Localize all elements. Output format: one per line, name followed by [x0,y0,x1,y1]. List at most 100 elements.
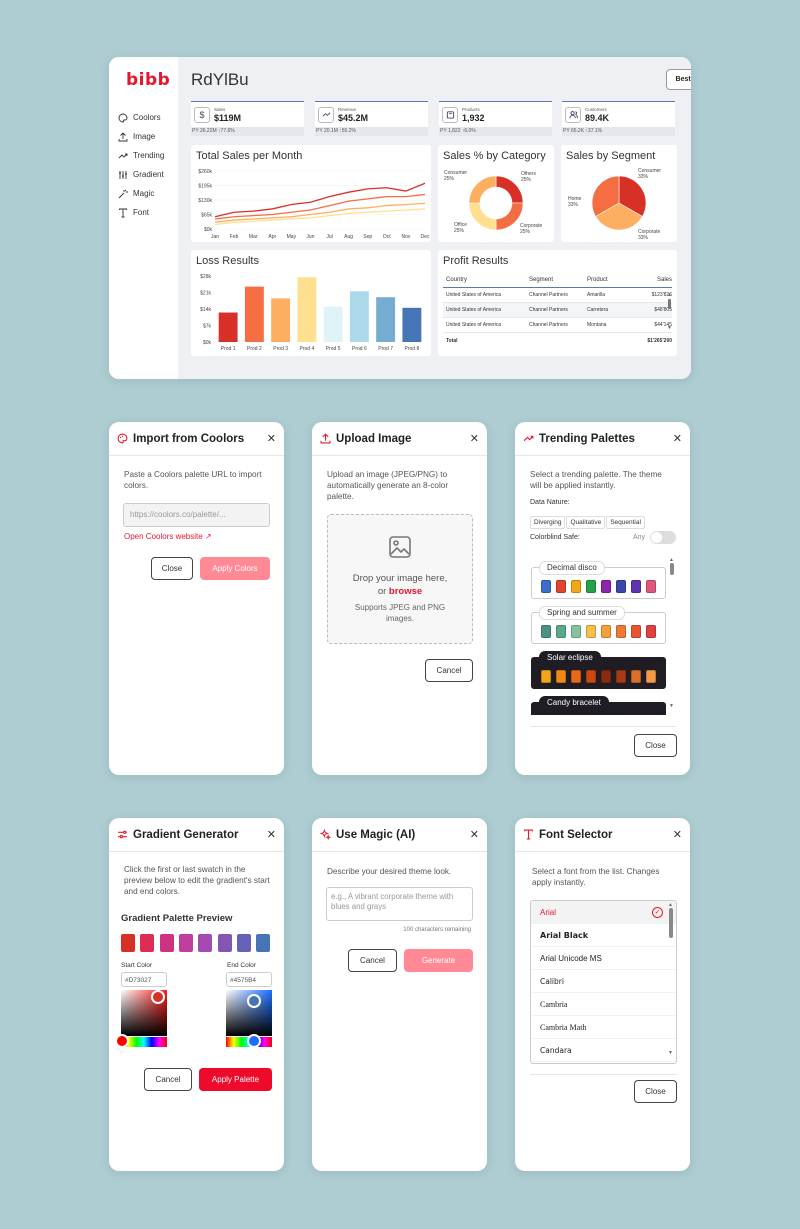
generate-button[interactable]: Generate [404,949,473,972]
close-icon[interactable]: ✕ [267,432,276,445]
close-icon[interactable]: ✕ [673,432,682,445]
close-icon[interactable]: ✕ [470,828,479,841]
color-swatch [586,670,596,683]
sidebar-item-coolors[interactable]: Coolors [109,108,178,127]
close-button[interactable]: Close [151,557,193,580]
color-swatch [541,670,551,683]
dialog-description: Upload an image (JPEG/PNG) to automatica… [327,470,449,501]
import-coolors-dialog: Import from Coolors ✕ Paste a Coolors pa… [109,422,284,775]
sidebar-item-trending[interactable]: Trending [109,146,178,165]
kpi-card-sales: $ Sales $119M [191,101,304,127]
font-option[interactable]: Arial Black [531,924,676,947]
font-option[interactable]: Arial Unicode MS [531,947,676,970]
palette-option[interactable]: Decimal disco [531,561,666,599]
gradient-swatch[interactable] [121,934,135,952]
colorblind-toggle[interactable] [650,531,676,544]
gradient-swatch [236,934,251,952]
magic-icon [118,189,128,198]
font-icon [119,208,127,217]
start-color-label: Start Color [121,962,153,969]
color-swatch [601,625,611,638]
close-icon[interactable]: ✕ [673,828,682,841]
bar [376,297,396,342]
cell: Total [446,337,458,344]
kpi-value: 89.4K [585,112,610,123]
x-tick-label: Jul [326,234,332,240]
kpi-value: 1,932 [462,112,485,123]
palette-option[interactable]: Solar eclipse [531,651,666,689]
open-coolors-link[interactable]: Open Coolors website ↗ [124,532,212,541]
coolors-url-input[interactable]: https://coolors.co/palette/... [123,503,270,527]
table-total-row: Total $1'265'200 [443,333,672,348]
gradient-swatch [217,934,232,952]
column-header[interactable]: Country [443,277,529,283]
end-color-input[interactable]: #4575B4 [226,972,272,987]
bar [402,307,422,342]
kpi-label: Customers [585,106,607,112]
font-option[interactable]: Cambria Math [531,1016,676,1039]
dialog-description: Describe your desired theme look. [327,867,452,876]
sidebar-item-gradient[interactable]: Gradient [109,165,178,184]
sidebar-item-font[interactable]: Font [109,203,178,222]
font-option[interactable]: Cambria [531,993,676,1016]
dialog-title: Upload Image [336,432,412,445]
close-button[interactable]: Close [634,1080,677,1103]
apply-colors-button[interactable]: Apply Colors [200,557,270,580]
cancel-button[interactable]: Cancel [144,1068,192,1091]
filter-qualitative[interactable]: Qualitative [566,516,606,529]
magic-prompt-input[interactable]: e.g., A vibrant corporate theme with blu… [326,887,473,921]
dialog-title: Gradient Generator [133,828,239,841]
gradient-swatch [178,934,193,952]
end-picker-handle[interactable] [247,994,261,1008]
column-header[interactable]: Product [587,277,641,283]
colorblind-label: Colorblind Safe: [530,534,580,541]
y-tick-label: $65k [201,213,212,219]
sidebar-item-label: Image [133,132,156,141]
pie-slice [495,175,524,204]
column-header[interactable]: Segment [529,277,587,283]
apply-palette-button[interactable]: Apply Palette [199,1068,272,1091]
dialog-header: Gradient Generator ✕ [109,818,284,852]
color-swatch [601,580,611,593]
kpi-card-products: Products 1,932 [439,101,552,127]
dialog-header: Use Magic (AI) ✕ [312,818,487,852]
font-option-selected[interactable]: Arial ✓ [531,901,676,924]
preview-label: Gradient Palette Preview [121,913,233,924]
end-hue-handle[interactable] [247,1034,261,1048]
palette-scrollbar[interactable]: ▲ ▼ [669,557,675,715]
font-scrollbar[interactable]: ▲ ▼ [668,902,674,1062]
filter-diverging[interactable]: Diverging [530,516,566,529]
palette-option[interactable]: Spring and summer [531,606,666,644]
dialog-title: Font Selector [539,828,613,841]
best-pbi-template-button[interactable]: Best PBI Template [666,69,691,90]
x-tick-label: Mar [249,234,258,240]
start-picker-handle[interactable] [151,990,165,1004]
cell: Montana [587,322,607,328]
start-hue-handle[interactable] [115,1034,129,1048]
image-dropzone[interactable]: Drop your image here, or browse Supports… [327,514,473,644]
browse-link[interactable]: browse [389,586,422,597]
close-icon[interactable]: ✕ [470,432,479,445]
cancel-button[interactable]: Cancel [348,949,397,972]
table-scrollbar[interactable]: ▲ ▼ [667,293,672,335]
line-series [214,202,426,223]
sidebar-item-magic[interactable]: Magic [109,184,178,203]
close-button[interactable]: Close [634,734,677,757]
gradient-swatch[interactable] [256,934,271,952]
font-option[interactable]: Candara [531,1039,676,1062]
line-series [214,193,426,220]
cancel-button[interactable]: Cancel [425,659,473,682]
filter-sequential[interactable]: Sequential [606,516,645,529]
font-option[interactable]: Calibri [531,970,676,993]
x-tick-label: Jan [211,234,219,240]
bar [244,286,264,342]
close-icon[interactable]: ✕ [267,828,276,841]
palette-option[interactable]: Candy bracelet [531,696,666,715]
trend-icon [318,106,334,123]
sidebar-item-image[interactable]: Image [109,127,178,146]
x-tick-label: Prod 7 [378,346,393,352]
column-header[interactable]: Sales [641,277,672,283]
table-row: United States of America Channel Partner… [443,303,672,318]
start-color-input[interactable]: #D73027 [121,972,167,987]
color-swatch [646,580,656,593]
